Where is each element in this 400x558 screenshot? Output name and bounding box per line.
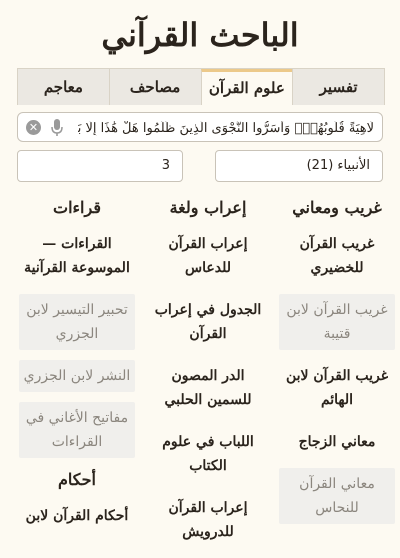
microphone-icon[interactable] — [50, 119, 64, 137]
book-link-disabled: غريب القرآن لابن قتيبة — [279, 294, 395, 350]
book-link[interactable]: إعراب القرآن للدرويش — [150, 492, 266, 548]
book-link[interactable]: اللباب في علوم الكتاب — [150, 426, 266, 482]
surah-select[interactable]: الأنبياء (21) — [215, 150, 383, 182]
column-heading-ahkam: أحكام — [58, 470, 96, 489]
book-link-disabled: النشر لابن الجزري — [19, 360, 135, 392]
tab-quran-sciences[interactable]: علوم القرآن — [200, 69, 293, 105]
search-box: ✕ — [17, 112, 383, 143]
column-heading: غريب ومعاني — [292, 198, 382, 217]
book-link[interactable]: غريب القرآن لابن الهائم — [279, 360, 395, 416]
book-link[interactable]: غريب القرآن للخضيري — [279, 228, 395, 284]
book-link[interactable]: القراءات — الموسوعة القرآنية — [19, 228, 135, 284]
column-irab: إعراب ولغة إعراب القرآن للدعاس الجدول في… — [145, 196, 271, 558]
book-link-disabled: معاني القرآن للنحاس — [279, 468, 395, 524]
clear-icon[interactable]: ✕ — [26, 120, 41, 135]
book-link[interactable]: معاني الزجاج — [279, 426, 395, 458]
book-link[interactable]: الدر المصون للسمين الحلبي — [150, 360, 266, 416]
column-gharib: غريب ومعاني غريب القرآن للخضيري غريب الق… — [274, 196, 400, 534]
search-input[interactable] — [76, 113, 376, 143]
ayah-select[interactable]: 3 — [17, 150, 183, 182]
column-heading: قراءات — [53, 198, 101, 217]
book-link[interactable]: أحكام القرآن لابن — [19, 500, 135, 532]
book-link-disabled: مفاتيح الأغاني في القراءات — [19, 402, 135, 458]
category-tabs: تفسير علوم القرآن مصاحف معاجم — [17, 68, 385, 105]
column-heading: إعراب ولغة — [169, 198, 247, 217]
column-qiraat: قراءات القراءات — الموسوعة القرآنية تحبي… — [14, 196, 140, 542]
tab-dictionaries[interactable]: معاجم — [18, 69, 109, 105]
book-link-disabled: تحبير التيسير لابن الجزري — [19, 294, 135, 350]
tab-tafsir[interactable]: تفسير — [292, 69, 384, 105]
book-link[interactable]: إعراب القرآن للدعاس — [150, 228, 266, 284]
book-link[interactable]: الجدول في إعراب القرآن — [150, 294, 266, 350]
tab-masahif[interactable]: مصاحف — [108, 69, 201, 105]
app-title: الباحث القرآني — [101, 16, 299, 54]
